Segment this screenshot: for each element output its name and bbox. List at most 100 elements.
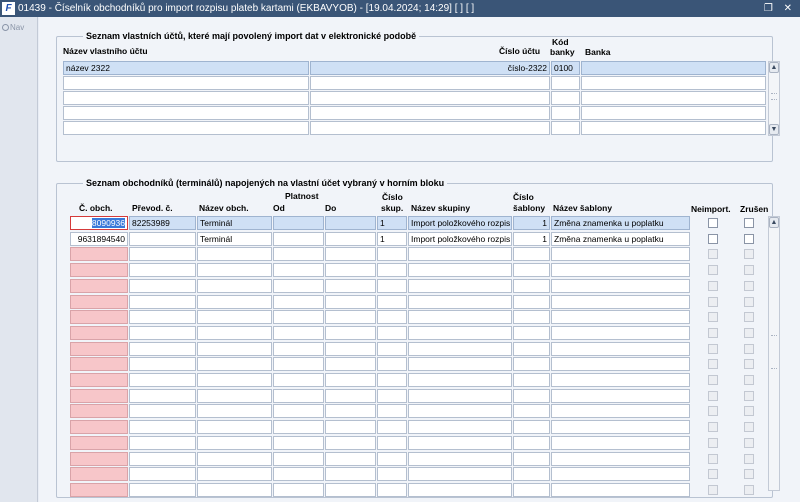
merchant-cell-obch_no[interactable]: [70, 373, 128, 387]
merchant-cell-name[interactable]: [197, 420, 272, 435]
zrusen-checkbox[interactable]: [744, 375, 754, 385]
merchant-cell-group_name[interactable]: [408, 388, 512, 403]
merchant-cell-prevod[interactable]: [129, 247, 196, 262]
merchant-cell-name[interactable]: [197, 373, 272, 387]
neimport-checkbox[interactable]: [708, 406, 718, 417]
merchant-cell-prevod[interactable]: [129, 357, 196, 372]
merchant-cell-to[interactable]: [325, 373, 376, 387]
merchant-cell-to[interactable]: [325, 231, 376, 246]
zrusen-checkbox[interactable]: [744, 327, 754, 338]
merchant-cell-group_name[interactable]: [408, 310, 512, 325]
merchant-cell-to[interactable]: [325, 451, 376, 466]
merchant-cell-name[interactable]: [197, 451, 272, 466]
neimport-checkbox[interactable]: [708, 280, 718, 291]
merchant-cell-to[interactable]: [325, 325, 376, 340]
merchant-cell-from[interactable]: [273, 263, 324, 278]
merchant-cell-from[interactable]: [273, 247, 324, 262]
merchant-cell-from[interactable]: [273, 388, 324, 403]
merchant-cell-from[interactable]: [273, 435, 324, 450]
zrusen-checkbox[interactable]: [744, 249, 754, 260]
merchant-cell-from[interactable]: [273, 404, 324, 419]
merchant-cell-tpl_no[interactable]: [513, 357, 550, 372]
merchant-cell-tpl_no[interactable]: [513, 310, 550, 325]
merchant-cell-prevod[interactable]: [129, 341, 196, 356]
zrusen-checkbox[interactable]: [744, 406, 754, 417]
nav-button[interactable]: Nav: [2, 23, 24, 32]
neimport-checkbox[interactable]: [708, 484, 718, 495]
merchant-cell-tpl_name[interactable]: [551, 482, 690, 497]
merchant-cell-name[interactable]: [197, 310, 272, 325]
merchant-cell-name[interactable]: [197, 404, 272, 419]
merchant-cell-group_name[interactable]: [408, 451, 512, 466]
account-cell-number[interactable]: [310, 76, 550, 90]
merchant-cell-name[interactable]: [197, 388, 272, 403]
merchant-cell-group_no[interactable]: [377, 388, 407, 403]
account-cell-name[interactable]: [63, 91, 309, 105]
merchant-cell-name[interactable]: [197, 341, 272, 356]
merchant-cell-name[interactable]: [197, 278, 272, 293]
merchant-cell-name[interactable]: [197, 482, 272, 497]
merchant-cell-to[interactable]: [325, 216, 376, 230]
merchant-cell-tpl_no[interactable]: [513, 294, 550, 309]
merchant-cell-tpl_no[interactable]: [513, 451, 550, 466]
merchant-cell-name[interactable]: [197, 325, 272, 340]
merchant-cell-prevod[interactable]: [129, 467, 196, 482]
merchant-cell-name[interactable]: [197, 435, 272, 450]
merchant-cell-tpl_no[interactable]: 1: [513, 231, 550, 246]
merchant-cell-obch_no[interactable]: [70, 294, 128, 309]
merchant-cell-to[interactable]: [325, 357, 376, 372]
merchant-cell-group_name[interactable]: [408, 341, 512, 356]
account-cell-name[interactable]: [63, 106, 309, 120]
merchant-cell-tpl_no[interactable]: [513, 435, 550, 450]
zrusen-checkbox[interactable]: [744, 312, 754, 323]
merchant-cell-group_no[interactable]: [377, 341, 407, 356]
merchant-cell-group_no[interactable]: [377, 294, 407, 309]
merchant-cell-tpl_no[interactable]: [513, 388, 550, 403]
account-cell-bank[interactable]: [581, 91, 766, 105]
account-cell-code[interactable]: [551, 106, 580, 120]
zrusen-checkbox[interactable]: [744, 265, 754, 276]
account-cell-name[interactable]: [63, 76, 309, 90]
neimport-checkbox[interactable]: [708, 249, 718, 260]
merchant-cell-group_name[interactable]: [408, 467, 512, 482]
merchant-cell-group_name[interactable]: [408, 404, 512, 419]
merchant-cell-to[interactable]: [325, 294, 376, 309]
merchant-cell-name[interactable]: [197, 294, 272, 309]
neimport-checkbox[interactable]: [708, 453, 718, 464]
merchant-cell-obch_no[interactable]: [70, 435, 128, 450]
zrusen-checkbox[interactable]: [744, 343, 754, 354]
merchant-cell-group_no[interactable]: [377, 263, 407, 278]
merchant-cell-from[interactable]: [273, 216, 324, 230]
merchant-cell-tpl_name[interactable]: [551, 404, 690, 419]
merchant-cell-obch_no[interactable]: [70, 247, 128, 262]
merchant-cell-tpl_no[interactable]: [513, 467, 550, 482]
merchant-cell-obch_no[interactable]: [70, 420, 128, 435]
window-controls[interactable]: ❐ ✕: [764, 0, 796, 17]
merchant-cell-name[interactable]: [197, 357, 272, 372]
zrusen-checkbox[interactable]: [744, 218, 754, 228]
merchant-cell-tpl_name[interactable]: Změna znamenka u poplatku: [551, 216, 690, 230]
merchant-cell-from[interactable]: [273, 467, 324, 482]
neimport-checkbox[interactable]: [708, 437, 718, 448]
merchant-cell-tpl_name[interactable]: [551, 357, 690, 372]
account-cell-number[interactable]: [310, 121, 550, 135]
merchant-cell-to[interactable]: [325, 341, 376, 356]
merchant-cell-from[interactable]: [273, 278, 324, 293]
neimport-checkbox[interactable]: [708, 312, 718, 323]
merchant-cell-group_name[interactable]: [408, 482, 512, 497]
accounts-scrollbar[interactable]: ▲ ▼: [768, 61, 780, 136]
account-cell-code[interactable]: 0100: [551, 61, 580, 75]
merchant-cell-tpl_name[interactable]: [551, 263, 690, 278]
merchant-cell-from[interactable]: [273, 482, 324, 497]
scroll-down-icon[interactable]: ▼: [769, 124, 779, 135]
merchant-cell-group_no[interactable]: [377, 310, 407, 325]
merchant-cell-prevod[interactable]: [129, 435, 196, 450]
merchant-cell-tpl_no[interactable]: [513, 373, 550, 387]
account-cell-number[interactable]: [310, 91, 550, 105]
scroll-up-icon[interactable]: ▲: [769, 62, 779, 73]
merchant-cell-tpl_no[interactable]: [513, 278, 550, 293]
merchant-cell-tpl_name[interactable]: Změna znamenka u poplatku: [551, 231, 690, 246]
merchant-cell-prevod[interactable]: [129, 388, 196, 403]
merchant-cell-to[interactable]: [325, 247, 376, 262]
merchant-cell-from[interactable]: [273, 231, 324, 246]
